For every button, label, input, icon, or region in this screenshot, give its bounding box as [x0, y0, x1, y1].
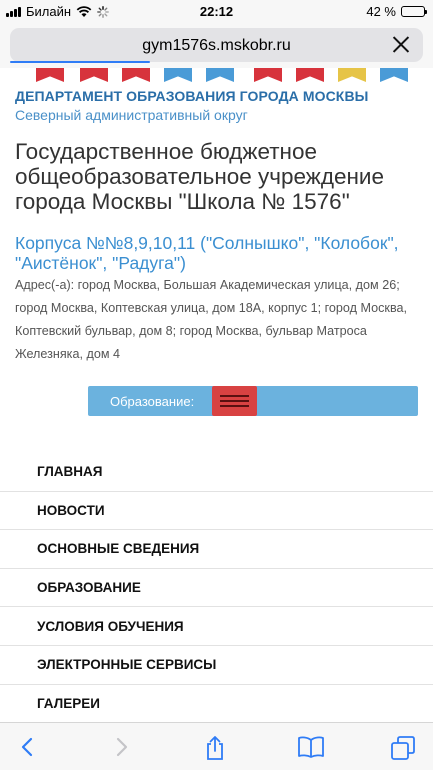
battery-percent: 42 %	[366, 4, 396, 19]
back-icon	[21, 737, 33, 757]
menu-item-news[interactable]: НОВОСТИ	[0, 492, 433, 531]
menu-item-conditions[interactable]: УСЛОВИЯ ОБУЧЕНИЯ	[0, 607, 433, 646]
status-right: 42 %	[366, 4, 427, 19]
close-icon[interactable]	[391, 34, 411, 54]
browser-address-area: gym1576s.mskobr.ru	[0, 22, 433, 68]
share-button[interactable]	[193, 723, 237, 770]
menu-item-education[interactable]: ОБРАЗОВАНИЕ	[0, 569, 433, 608]
back-button[interactable]	[6, 723, 50, 770]
education-nav-bar: Образование:	[88, 386, 418, 416]
tabs-icon	[391, 736, 415, 760]
battery-icon	[401, 6, 427, 17]
menu-item-label: ЭЛЕКТРОННЫЕ СЕРВИСЫ	[37, 657, 217, 673]
hamburger-menu-icon[interactable]	[212, 386, 257, 416]
menu-item-label: ГЛАВНАЯ	[37, 464, 103, 480]
status-bar: Билайн 22:12 42 %	[0, 0, 433, 22]
education-label: Образование:	[110, 394, 195, 409]
buildings-title: Корпуса №№8,9,10,11 ("Солнышко", "Колобо…	[15, 233, 399, 273]
menu-item-e-services[interactable]: ЭЛЕКТРОННЫЕ СЕРВИСЫ	[0, 646, 433, 685]
menu-item-label: ГАЛЕРЕИ	[37, 695, 100, 711]
department-title[interactable]: ДЕПАРТАМЕНТ ОБРАЗОВАНИЯ ГОРОДА МОСКВЫ	[15, 88, 368, 104]
address-bar[interactable]: gym1576s.mskobr.ru	[10, 28, 423, 62]
menu-item-home[interactable]: ГЛАВНАЯ	[0, 453, 433, 492]
forward-icon	[116, 737, 128, 757]
menu-item-label: ОСНОВНЫЕ СВЕДЕНИЯ	[37, 541, 200, 557]
address-text: Адрес(-а): город Москва, Большая Академи…	[15, 278, 407, 361]
menu-item-basic-info[interactable]: ОСНОВНЫЕ СВЕДЕНИЯ	[0, 530, 433, 569]
menu-item-label: УСЛОВИЯ ОБУЧЕНИЯ	[37, 618, 184, 634]
bookmarks-icon	[298, 736, 324, 758]
school-title: Государственное бюджетное общеобразовате…	[15, 139, 384, 214]
share-icon	[207, 736, 223, 760]
menu-item-label: ОБРАЗОВАНИЕ	[37, 580, 141, 596]
browser-toolbar	[0, 722, 433, 770]
menu-item-galleries[interactable]: ГАЛЕРЕИ	[0, 685, 433, 724]
decorative-flags-banner	[0, 68, 433, 84]
menu-item-label: НОВОСТИ	[37, 502, 105, 518]
url-text[interactable]: gym1576s.mskobr.ru	[10, 37, 423, 55]
page-load-progress-bar	[10, 61, 151, 63]
tabs-button[interactable]	[380, 723, 424, 770]
bookmarks-button[interactable]	[287, 723, 331, 770]
district-link[interactable]: Северный административный округ	[15, 107, 248, 123]
main-menu: ГЛАВНАЯ НОВОСТИ ОСНОВНЫЕ СВЕДЕНИЯ ОБРАЗО…	[0, 453, 433, 724]
forward-button[interactable]	[99, 723, 143, 770]
